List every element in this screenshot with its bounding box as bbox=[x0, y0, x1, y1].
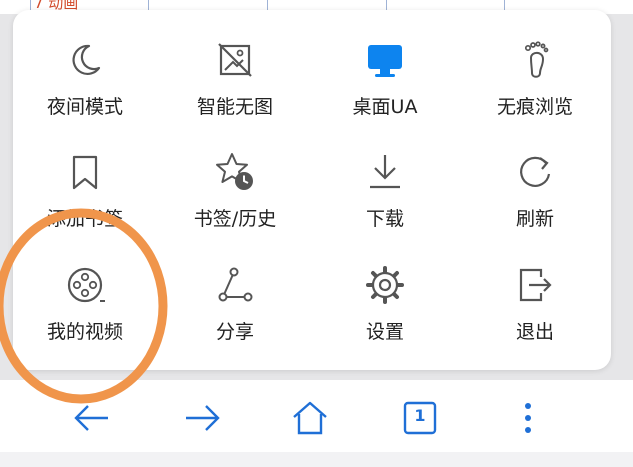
bookmark-icon bbox=[72, 155, 98, 190]
menu-item-my-videos[interactable]: 我的视频 bbox=[10, 245, 160, 355]
menu-item-label: 下载 bbox=[365, 208, 404, 230]
menu-item-label: 桌面UA bbox=[352, 96, 418, 118]
bottom-strip bbox=[0, 452, 633, 467]
tabs-button[interactable]: 1 bbox=[400, 398, 440, 438]
menu-item-add-bookmark[interactable]: 添加书签 bbox=[10, 132, 160, 242]
menu-item-label: 添加书签 bbox=[46, 208, 123, 230]
exit-icon bbox=[519, 268, 552, 302]
menu-item-bookmarks-history[interactable]: 书签/历史 bbox=[160, 132, 310, 242]
bottom-navigation-bar: 1 bbox=[0, 380, 633, 452]
menu-item-download[interactable]: 下载 bbox=[310, 132, 460, 242]
menu-item-night-mode[interactable]: 夜间模式 bbox=[10, 20, 160, 130]
download-icon bbox=[370, 155, 400, 189]
share-icon bbox=[218, 267, 253, 302]
star-clock-icon bbox=[216, 153, 253, 190]
more-vertical-icon[interactable] bbox=[508, 398, 548, 438]
menu-item-label: 我的视频 bbox=[46, 321, 123, 343]
desktop-monitor-icon bbox=[368, 45, 402, 77]
back-arrow-icon[interactable] bbox=[72, 398, 112, 438]
menu-item-label: 设置 bbox=[365, 321, 404, 343]
menu-item-share[interactable]: 分享 bbox=[160, 245, 310, 355]
menu-item-desktop-ua[interactable]: 桌面UA bbox=[310, 20, 460, 130]
home-icon[interactable] bbox=[290, 398, 330, 438]
menu-item-label: 智能无图 bbox=[196, 96, 273, 118]
footprints-icon bbox=[524, 41, 549, 78]
menu-item-label: 刷新 bbox=[515, 208, 554, 230]
menu-item-label: 退出 bbox=[515, 321, 554, 343]
menu-item-exit[interactable]: 退出 bbox=[460, 245, 610, 355]
film-reel-icon bbox=[67, 267, 105, 303]
browser-menu-panel: 夜间模式 智能无图 桌面UA 无痕浏览 添加书签 书签/历史 下载 刷新 我的视… bbox=[13, 10, 611, 370]
menu-item-label: 分享 bbox=[215, 321, 254, 343]
menu-item-refresh[interactable]: 刷新 bbox=[460, 132, 610, 242]
forward-arrow-icon[interactable] bbox=[182, 398, 222, 438]
menu-item-smart-no-image[interactable]: 智能无图 bbox=[160, 20, 310, 130]
no-image-icon bbox=[218, 43, 252, 77]
menu-item-label: 夜间模式 bbox=[46, 96, 123, 118]
refresh-icon bbox=[520, 156, 551, 187]
gear-icon bbox=[366, 266, 404, 304]
menu-item-label: 无痕浏览 bbox=[496, 96, 573, 118]
moon-icon bbox=[72, 44, 101, 75]
menu-item-settings[interactable]: 设置 bbox=[310, 245, 460, 355]
tab-count: 1 bbox=[414, 406, 426, 425]
menu-item-label: 书签/历史 bbox=[193, 208, 277, 230]
menu-item-incognito[interactable]: 无痕浏览 bbox=[460, 20, 610, 130]
